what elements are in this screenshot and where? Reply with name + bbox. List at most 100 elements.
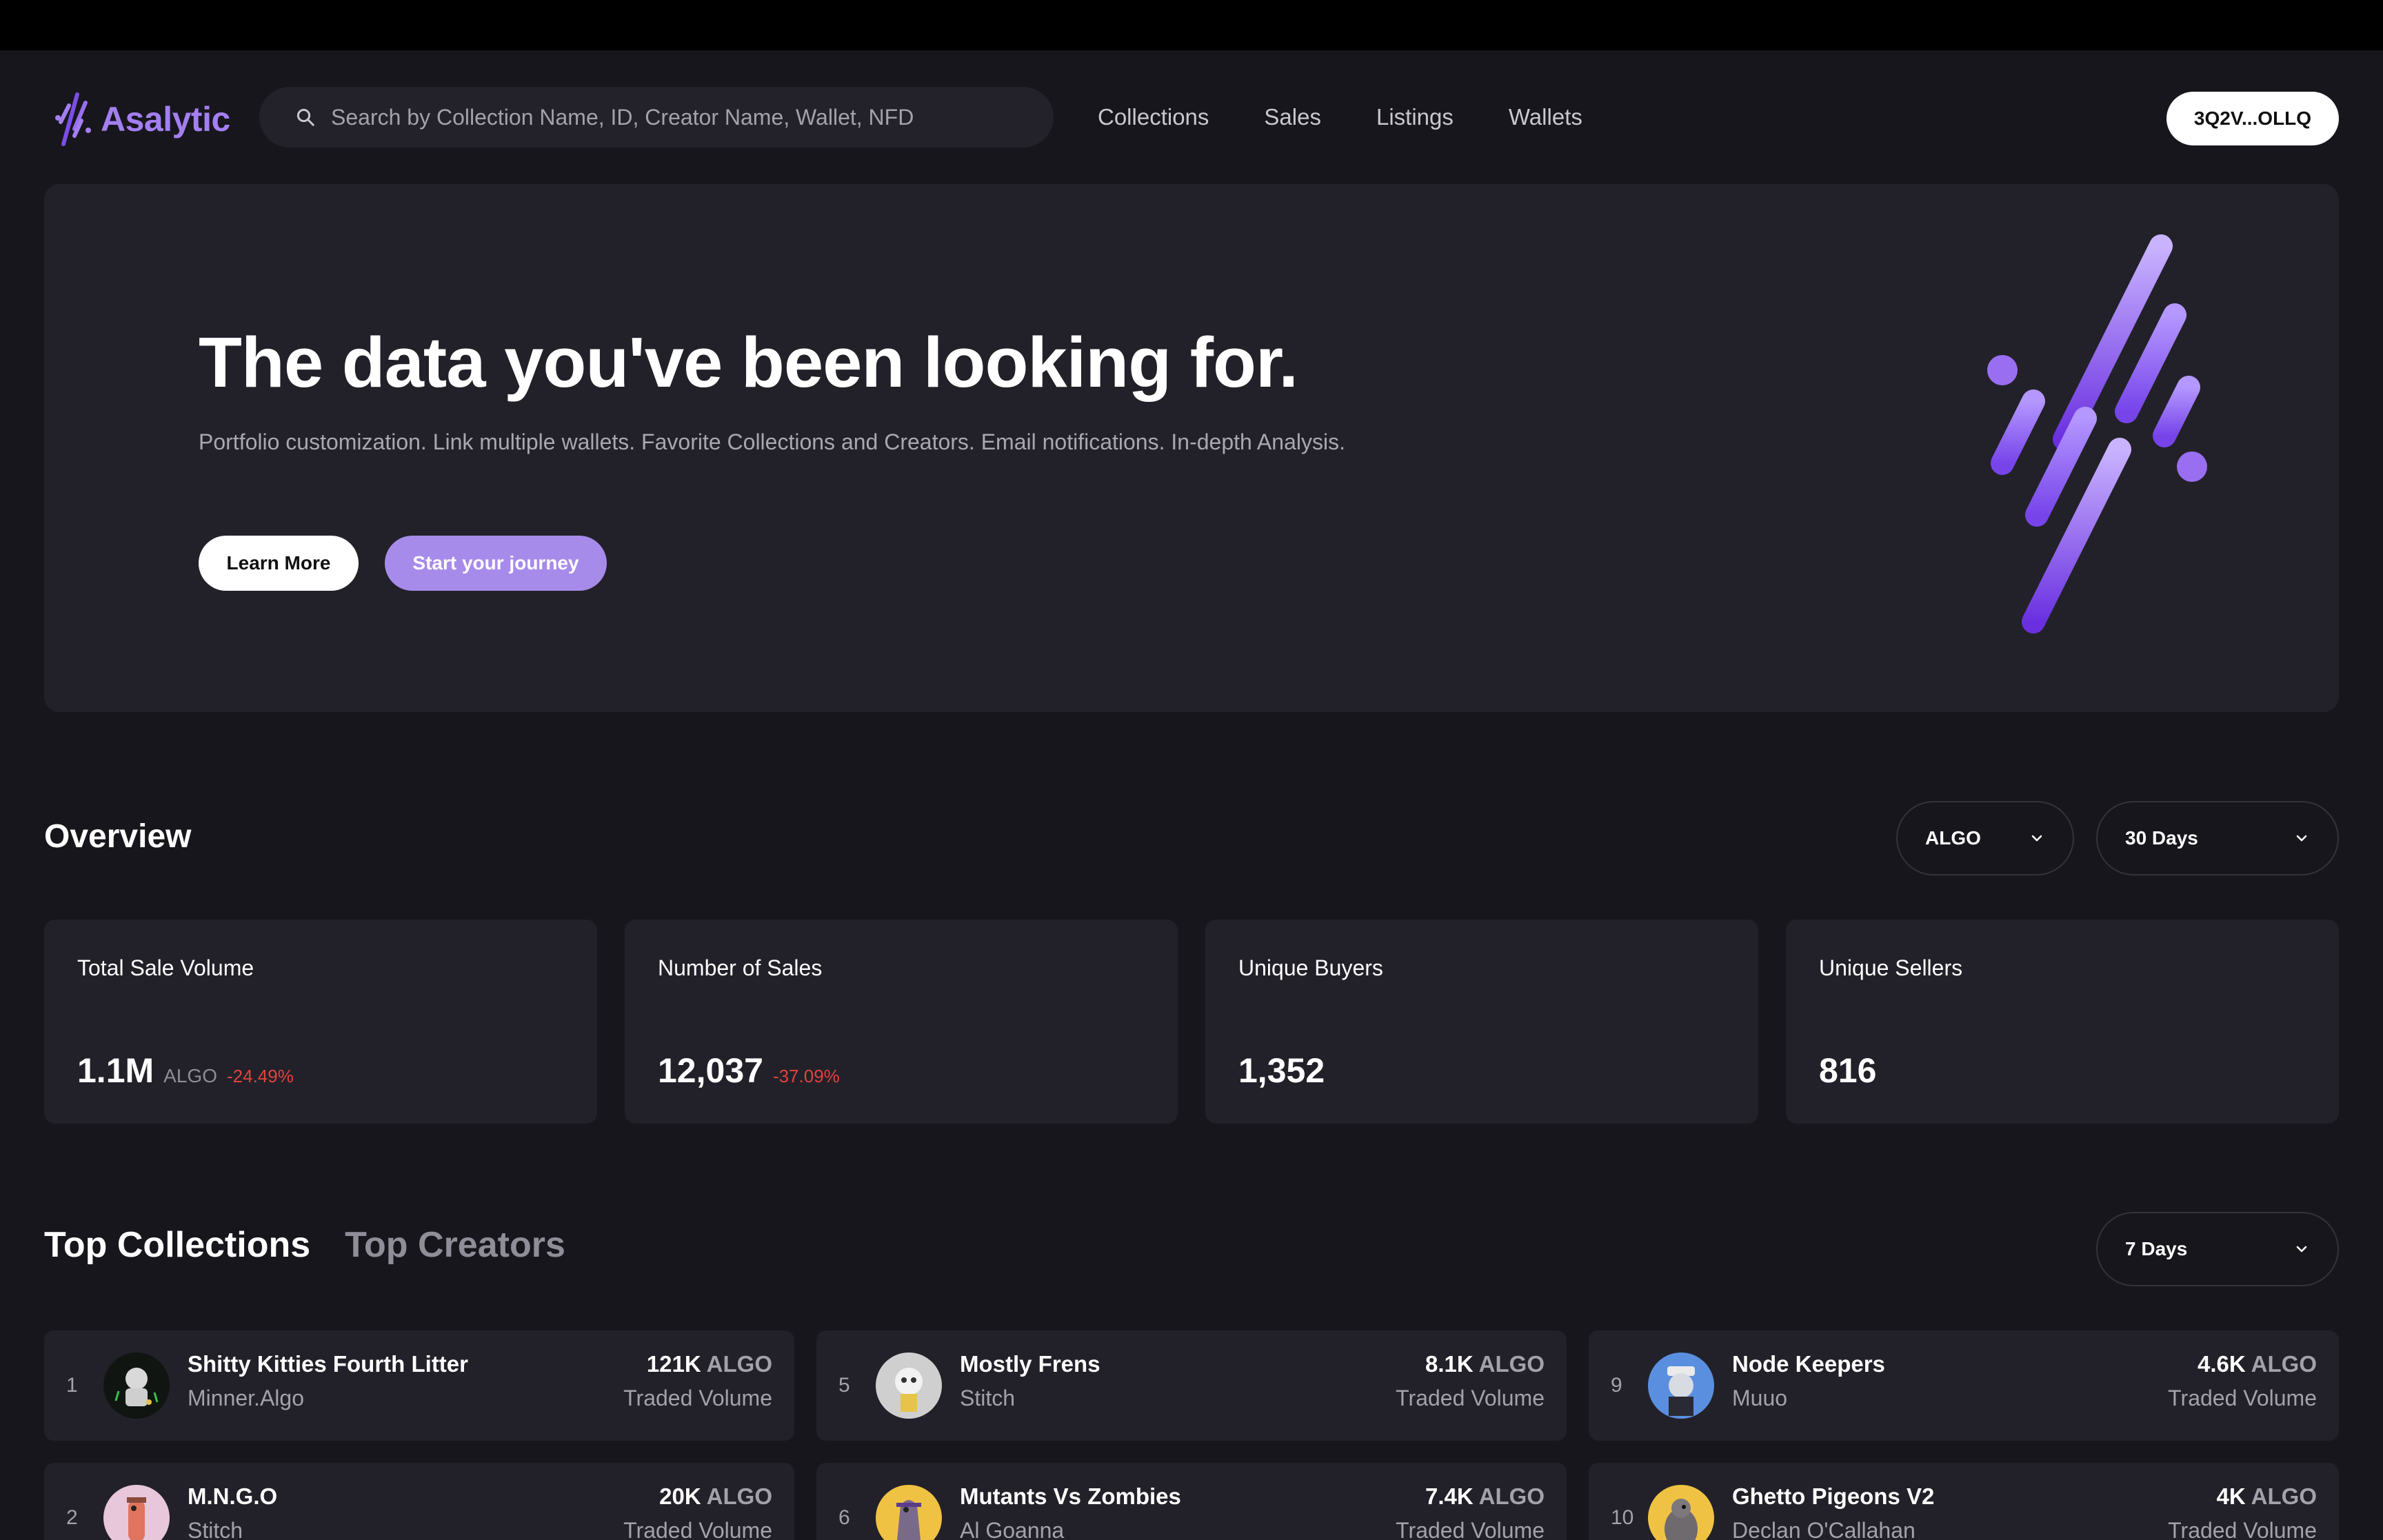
collection-card[interactable]: 10 Ghetto Pigeons V2 Declan O'Callahan 4… [1589, 1463, 2339, 1540]
collection-card[interactable]: 9 Node Keepers Muuo 4.6K ALGO Traded Vol… [1589, 1330, 2339, 1441]
stat-card-total-sale-volume: Total Sale Volume 1.1M ALGO -24.49% [44, 920, 597, 1124]
collection-volume: 4.6K ALGO [2198, 1351, 2317, 1377]
currency-dropdown[interactable]: ALGO [1896, 801, 2074, 875]
learn-more-button[interactable]: Learn More [199, 536, 359, 591]
volume-label: Traded Volume [2168, 1518, 2317, 1540]
hero-logo-illustration [1987, 234, 2207, 634]
logo[interactable]: Asalytic [54, 88, 230, 150]
collection-card[interactable]: 1 Shitty Kitties Fourth Litter Minner.Al… [44, 1330, 794, 1441]
main-nav: Collections Sales Listings Wallets [1098, 87, 1582, 148]
collection-avatar [876, 1485, 942, 1540]
collection-rank: 5 [838, 1374, 850, 1397]
hero-title: The data you've been looking for. [199, 323, 1298, 402]
volume-unit: ALGO [1478, 1351, 1545, 1377]
volume-value: 4K [2216, 1483, 2246, 1509]
wallet-button[interactable]: 3Q2V...OLLQ [2166, 92, 2339, 145]
collection-card[interactable]: 5 Mostly Frens Stitch 8.1K ALGO Traded V… [816, 1330, 1567, 1441]
volume-label: Traded Volume [1396, 1386, 1545, 1410]
stat-value: 12,037 [658, 1051, 763, 1090]
nav-sales[interactable]: Sales [1264, 104, 1321, 130]
stat-value-row: 1,352 [1238, 1051, 1325, 1091]
collection-name: Shitty Kitties Fourth Litter [188, 1351, 468, 1377]
overview-period-value: 30 Days [2125, 827, 2198, 849]
collection-volume: 4K ALGO [2217, 1483, 2317, 1510]
collection-rank: 1 [66, 1374, 78, 1397]
top-period-value: 7 Days [2125, 1238, 2188, 1259]
currency-dropdown-value: ALGO [1925, 827, 1981, 849]
chevron-down-icon [2031, 835, 2042, 842]
stat-card-unique-buyers: Unique Buyers 1,352 [1205, 920, 1758, 1124]
volume-value: 20K [659, 1483, 701, 1509]
collection-creator: Stitch [188, 1518, 243, 1540]
hero-subtitle: Portfolio customization. Link multiple w… [199, 429, 1345, 454]
stat-value: 1,352 [1238, 1051, 1325, 1090]
chevron-down-icon [2296, 1246, 2307, 1253]
collection-name: M.N.G.O [188, 1483, 278, 1509]
tab-top-creators[interactable]: Top Creators [345, 1224, 565, 1266]
search-bar[interactable] [259, 87, 1054, 148]
stat-value-row: 1.1M ALGO -24.49% [77, 1051, 294, 1091]
collection-rank: 2 [66, 1506, 78, 1529]
collection-volume: 7.4K ALGO [1425, 1483, 1545, 1510]
collection-avatar [1648, 1352, 1714, 1419]
collection-card[interactable]: 6 Mutants Vs Zombies Al Goanna 7.4K ALGO… [816, 1463, 1567, 1540]
collection-name: Node Keepers [1732, 1351, 1885, 1377]
collection-volume: 20K ALGO [659, 1483, 772, 1510]
collection-rank: 10 [1611, 1506, 1634, 1529]
stat-label: Unique Sellers [1819, 955, 1963, 980]
nav-collections[interactable]: Collections [1098, 104, 1209, 130]
volume-label: Traded Volume [623, 1518, 772, 1540]
stat-label: Number of Sales [658, 955, 823, 980]
window-top-bar [0, 0, 2383, 50]
volume-label: Traded Volume [623, 1386, 772, 1410]
nav-wallets[interactable]: Wallets [1509, 104, 1582, 130]
volume-unit: ALGO [2251, 1351, 2317, 1377]
collection-creator: Stitch [960, 1386, 1016, 1410]
volume-unit: ALGO [1478, 1483, 1545, 1509]
collection-rank: 6 [838, 1506, 850, 1529]
stat-change: -37.09% [772, 1066, 840, 1086]
start-journey-button[interactable]: Start your journey [385, 536, 607, 591]
collection-creator: Al Goanna [960, 1518, 1065, 1540]
stat-change: -24.49% [226, 1066, 294, 1086]
stat-value-row: 816 [1819, 1051, 1876, 1091]
collection-rank: 9 [1611, 1374, 1622, 1397]
stat-unit: ALGO [163, 1065, 217, 1086]
hero-banner: The data you've been looking for. Portfo… [44, 184, 2339, 712]
stat-value: 1.1M [77, 1051, 154, 1090]
stat-value-row: 12,037 -37.09% [658, 1051, 840, 1091]
volume-unit: ALGO [2251, 1483, 2317, 1509]
stat-card-number-of-sales: Number of Sales 12,037 -37.09% [625, 920, 1178, 1124]
volume-value: 4.6K [2198, 1351, 2246, 1377]
collection-creator: Muuo [1732, 1386, 1788, 1410]
collection-volume: 121K ALGO [647, 1351, 772, 1377]
chevron-down-icon [2296, 835, 2307, 842]
stat-value: 816 [1819, 1051, 1877, 1090]
collection-card[interactable]: 2 M.N.G.O Stitch 20K ALGO Traded Volume [44, 1463, 794, 1540]
volume-value: 8.1K [1425, 1351, 1474, 1377]
tab-top-collections[interactable]: Top Collections [44, 1224, 310, 1266]
overview-period-dropdown[interactable]: 30 Days [2096, 801, 2339, 875]
search-input[interactable] [331, 104, 1054, 130]
nav-listings[interactable]: Listings [1376, 104, 1454, 130]
stat-card-unique-sellers: Unique Sellers 816 [1786, 920, 2339, 1124]
collection-creator: Declan O'Callahan [1732, 1518, 1916, 1540]
search-icon [296, 108, 314, 126]
asalytic-logo-icon [55, 92, 91, 146]
volume-label: Traded Volume [2168, 1386, 2317, 1410]
collection-avatar [1648, 1485, 1714, 1540]
top-period-dropdown[interactable]: 7 Days [2096, 1212, 2339, 1286]
volume-unit: ALGO [706, 1483, 772, 1509]
stat-label: Unique Buyers [1238, 955, 1383, 980]
collection-creator: Minner.Algo [188, 1386, 304, 1410]
volume-value: 121K [646, 1351, 701, 1377]
collection-name: Ghetto Pigeons V2 [1732, 1483, 1935, 1509]
collection-volume: 8.1K ALGO [1425, 1351, 1545, 1377]
site-header: Asalytic Collections Sales Listings Wall… [0, 50, 2383, 184]
logo-text: Asalytic [101, 100, 230, 139]
collection-name: Mutants Vs Zombies [960, 1483, 1181, 1509]
collection-avatar [876, 1352, 942, 1419]
collection-avatar [103, 1352, 170, 1419]
overview-title: Overview [44, 818, 192, 855]
volume-value: 7.4K [1425, 1483, 1474, 1509]
